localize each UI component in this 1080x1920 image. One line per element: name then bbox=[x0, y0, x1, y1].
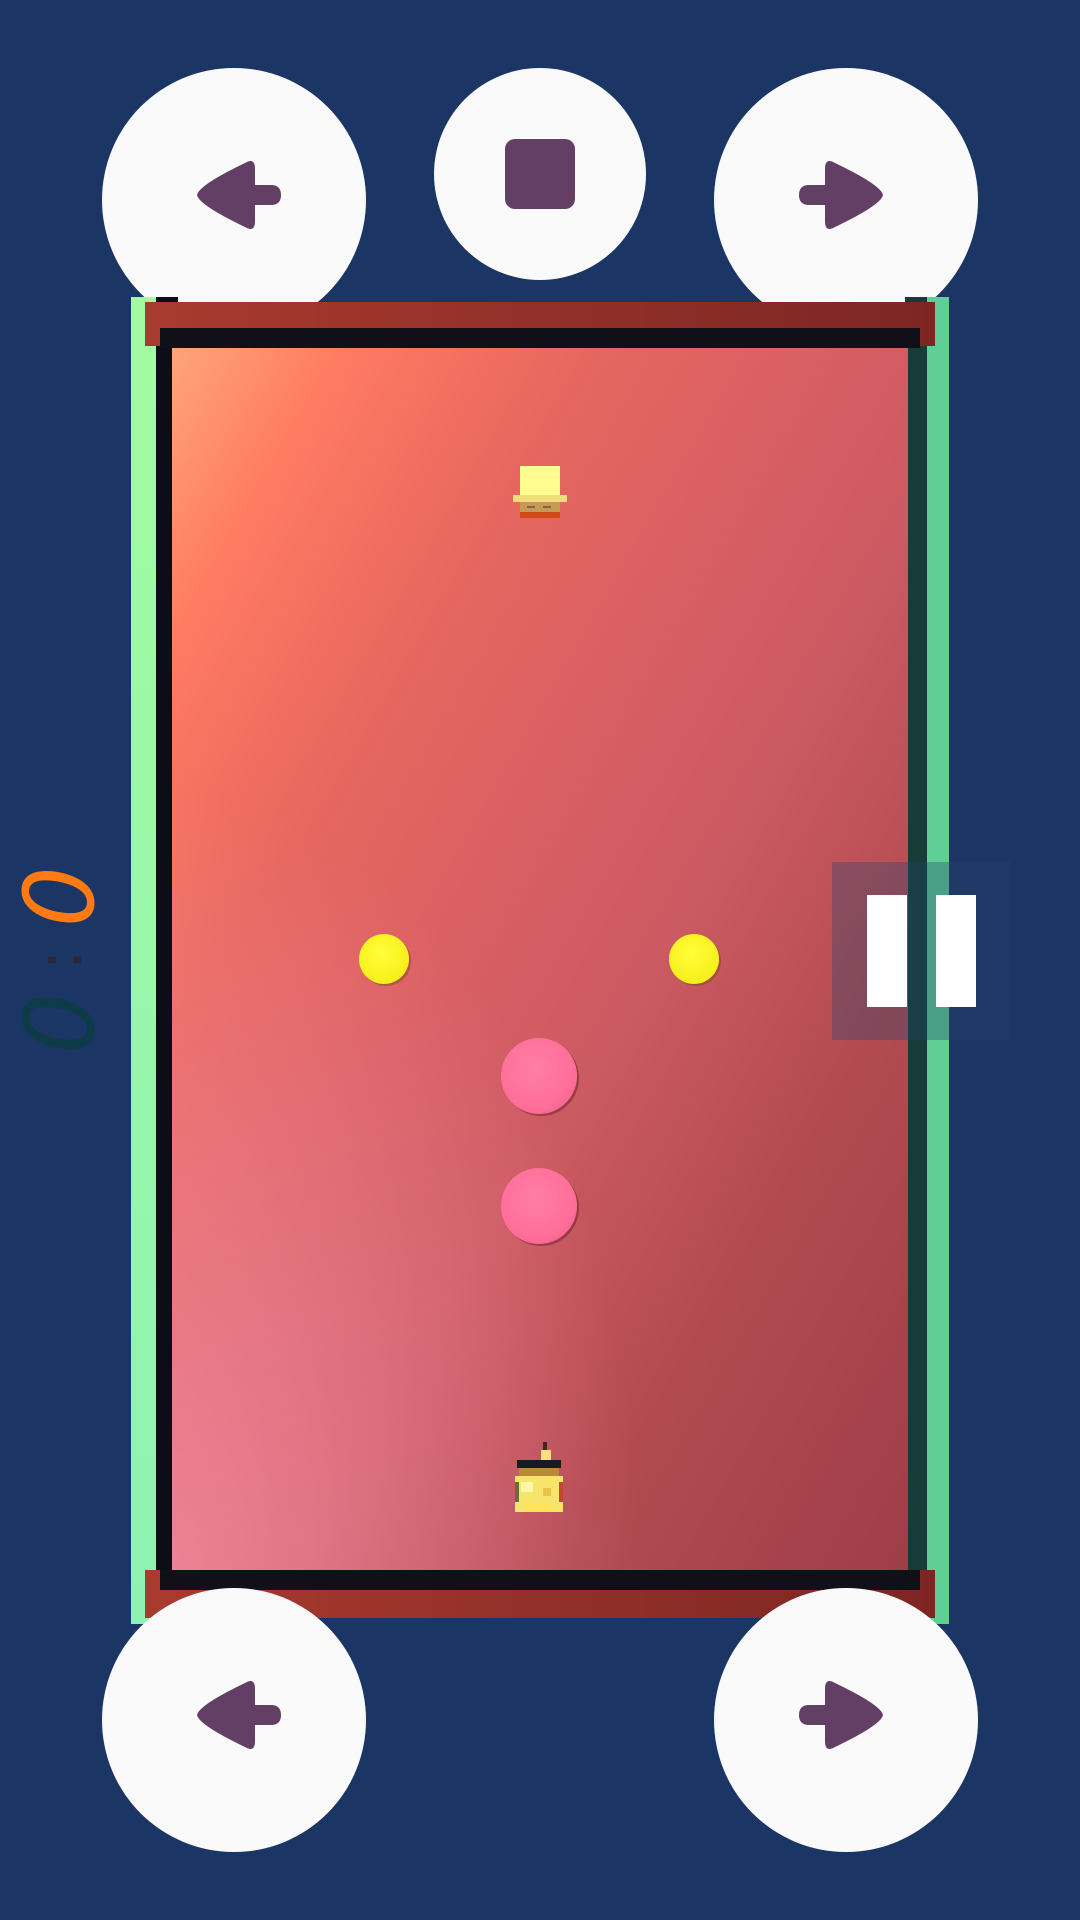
coin bbox=[359, 934, 409, 984]
stop-square-icon bbox=[504, 138, 576, 210]
score-separator: : bbox=[23, 949, 97, 971]
bottom-left-arrow-button[interactable] bbox=[102, 1588, 366, 1852]
pink-ball bbox=[501, 1038, 577, 1114]
top-left-arrow-button[interactable] bbox=[102, 68, 366, 332]
pink-ball bbox=[501, 1168, 577, 1244]
pause-button[interactable] bbox=[832, 862, 1010, 1040]
arena-left-rail bbox=[131, 297, 156, 1624]
arena-floor bbox=[172, 348, 908, 1570]
arrow-left-icon bbox=[179, 1675, 289, 1765]
score-display: 0 : 0 bbox=[4, 866, 116, 1054]
arrow-left-icon bbox=[179, 155, 289, 245]
bottom-right-arrow-button[interactable] bbox=[714, 1588, 978, 1852]
arena-bottom-wall-edge bbox=[160, 1570, 920, 1590]
stop-button[interactable] bbox=[434, 68, 646, 280]
player1-score: 0 bbox=[4, 866, 116, 928]
arrow-right-icon bbox=[791, 1675, 901, 1765]
top-cart-character bbox=[513, 466, 567, 522]
player2-score: 0 bbox=[4, 992, 116, 1054]
coin bbox=[669, 934, 719, 984]
arena-top-wall-edge bbox=[160, 328, 920, 348]
top-right-arrow-button[interactable] bbox=[714, 68, 978, 332]
arrow-right-icon bbox=[791, 155, 901, 245]
bottom-cart-character bbox=[513, 1442, 565, 1516]
